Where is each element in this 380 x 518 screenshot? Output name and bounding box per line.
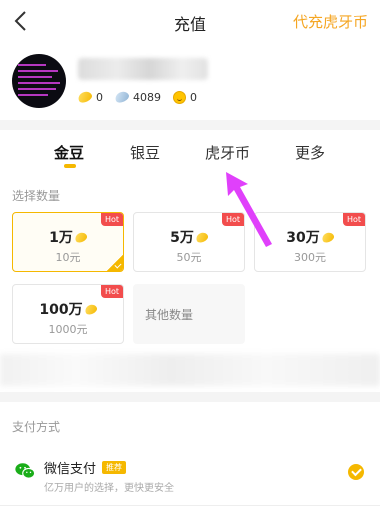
amount-value: 5万 bbox=[170, 230, 194, 246]
redacted-info-row bbox=[0, 354, 380, 386]
username-redacted bbox=[78, 58, 208, 80]
gold-bean-icon bbox=[194, 230, 210, 244]
top-nav-bar: 充值 代充虎牙币 bbox=[0, 0, 380, 44]
huya-coin-count: 0 bbox=[190, 90, 197, 104]
amount-option-1[interactable]: Hot 1万 10元 bbox=[12, 212, 124, 272]
amount-price: 1000元 bbox=[48, 323, 88, 336]
recommended-badge: 推荐 bbox=[102, 461, 127, 474]
selected-check-icon[interactable] bbox=[348, 464, 364, 480]
hot-badge: Hot bbox=[222, 213, 244, 226]
payment-method-desc: 亿万用户的选择，更快更安全 bbox=[44, 483, 174, 494]
huya-coin-icon bbox=[173, 90, 186, 104]
amount-option-3[interactable]: Hot 30万 300元 bbox=[254, 212, 366, 272]
gold-bean-icon bbox=[73, 230, 89, 244]
section-divider bbox=[0, 120, 380, 130]
other-amount-option[interactable]: 其他数量 bbox=[133, 284, 245, 344]
silver-bean-balance: 4089 bbox=[113, 89, 161, 105]
section-divider bbox=[0, 392, 380, 402]
currency-tabs: 金豆 银豆 虎牙币 更多 bbox=[0, 130, 380, 174]
selected-check-icon bbox=[107, 255, 123, 271]
payment-method-wechat[interactable]: 微信支付 推荐 亿万用户的选择，更快更安全 bbox=[0, 446, 380, 498]
gold-bean-icon bbox=[320, 230, 336, 244]
amount-value: 100万 bbox=[39, 302, 83, 318]
hot-badge: Hot bbox=[343, 213, 365, 226]
other-amount-label: 其他数量 bbox=[145, 308, 194, 322]
proxy-recharge-link[interactable]: 代充虎牙币 bbox=[293, 11, 368, 32]
hot-badge: Hot bbox=[101, 285, 123, 298]
amount-value: 30万 bbox=[286, 230, 320, 246]
gold-bean-icon bbox=[83, 302, 98, 316]
payment-section-label: 支付方式 bbox=[12, 420, 61, 434]
amount-price: 300元 bbox=[294, 251, 326, 264]
tab-silver-beans[interactable]: 银豆 bbox=[130, 142, 160, 163]
hot-badge: Hot bbox=[101, 213, 123, 226]
tab-gold-beans[interactable]: 金豆 bbox=[54, 142, 84, 163]
wechat-icon bbox=[15, 463, 36, 479]
gold-bean-count: 0 bbox=[96, 90, 103, 104]
amount-option-2[interactable]: Hot 5万 50元 bbox=[133, 212, 245, 272]
amount-section-label: 选择数量 bbox=[12, 189, 61, 203]
silver-bean-count: 4089 bbox=[133, 90, 161, 104]
avatar[interactable] bbox=[12, 54, 66, 108]
huya-coin-balance: 0 bbox=[173, 90, 197, 104]
active-tab-indicator bbox=[64, 164, 76, 168]
amount-value: 1万 bbox=[49, 230, 73, 246]
tab-more[interactable]: 更多 bbox=[295, 142, 325, 163]
amount-option-4[interactable]: Hot 100万 1000元 bbox=[12, 284, 124, 344]
balance-bar: 0 4089 0 bbox=[76, 88, 209, 106]
tab-huya-coins[interactable]: 虎牙币 bbox=[205, 142, 250, 163]
row-divider bbox=[0, 505, 380, 506]
amount-price: 50元 bbox=[176, 251, 202, 264]
gold-bean-icon bbox=[76, 89, 94, 105]
profile-section: 0 4089 0 bbox=[0, 44, 380, 120]
payment-method-name: 微信支付 bbox=[44, 462, 97, 477]
silver-bean-icon bbox=[113, 89, 131, 105]
gold-bean-balance: 0 bbox=[76, 89, 103, 105]
